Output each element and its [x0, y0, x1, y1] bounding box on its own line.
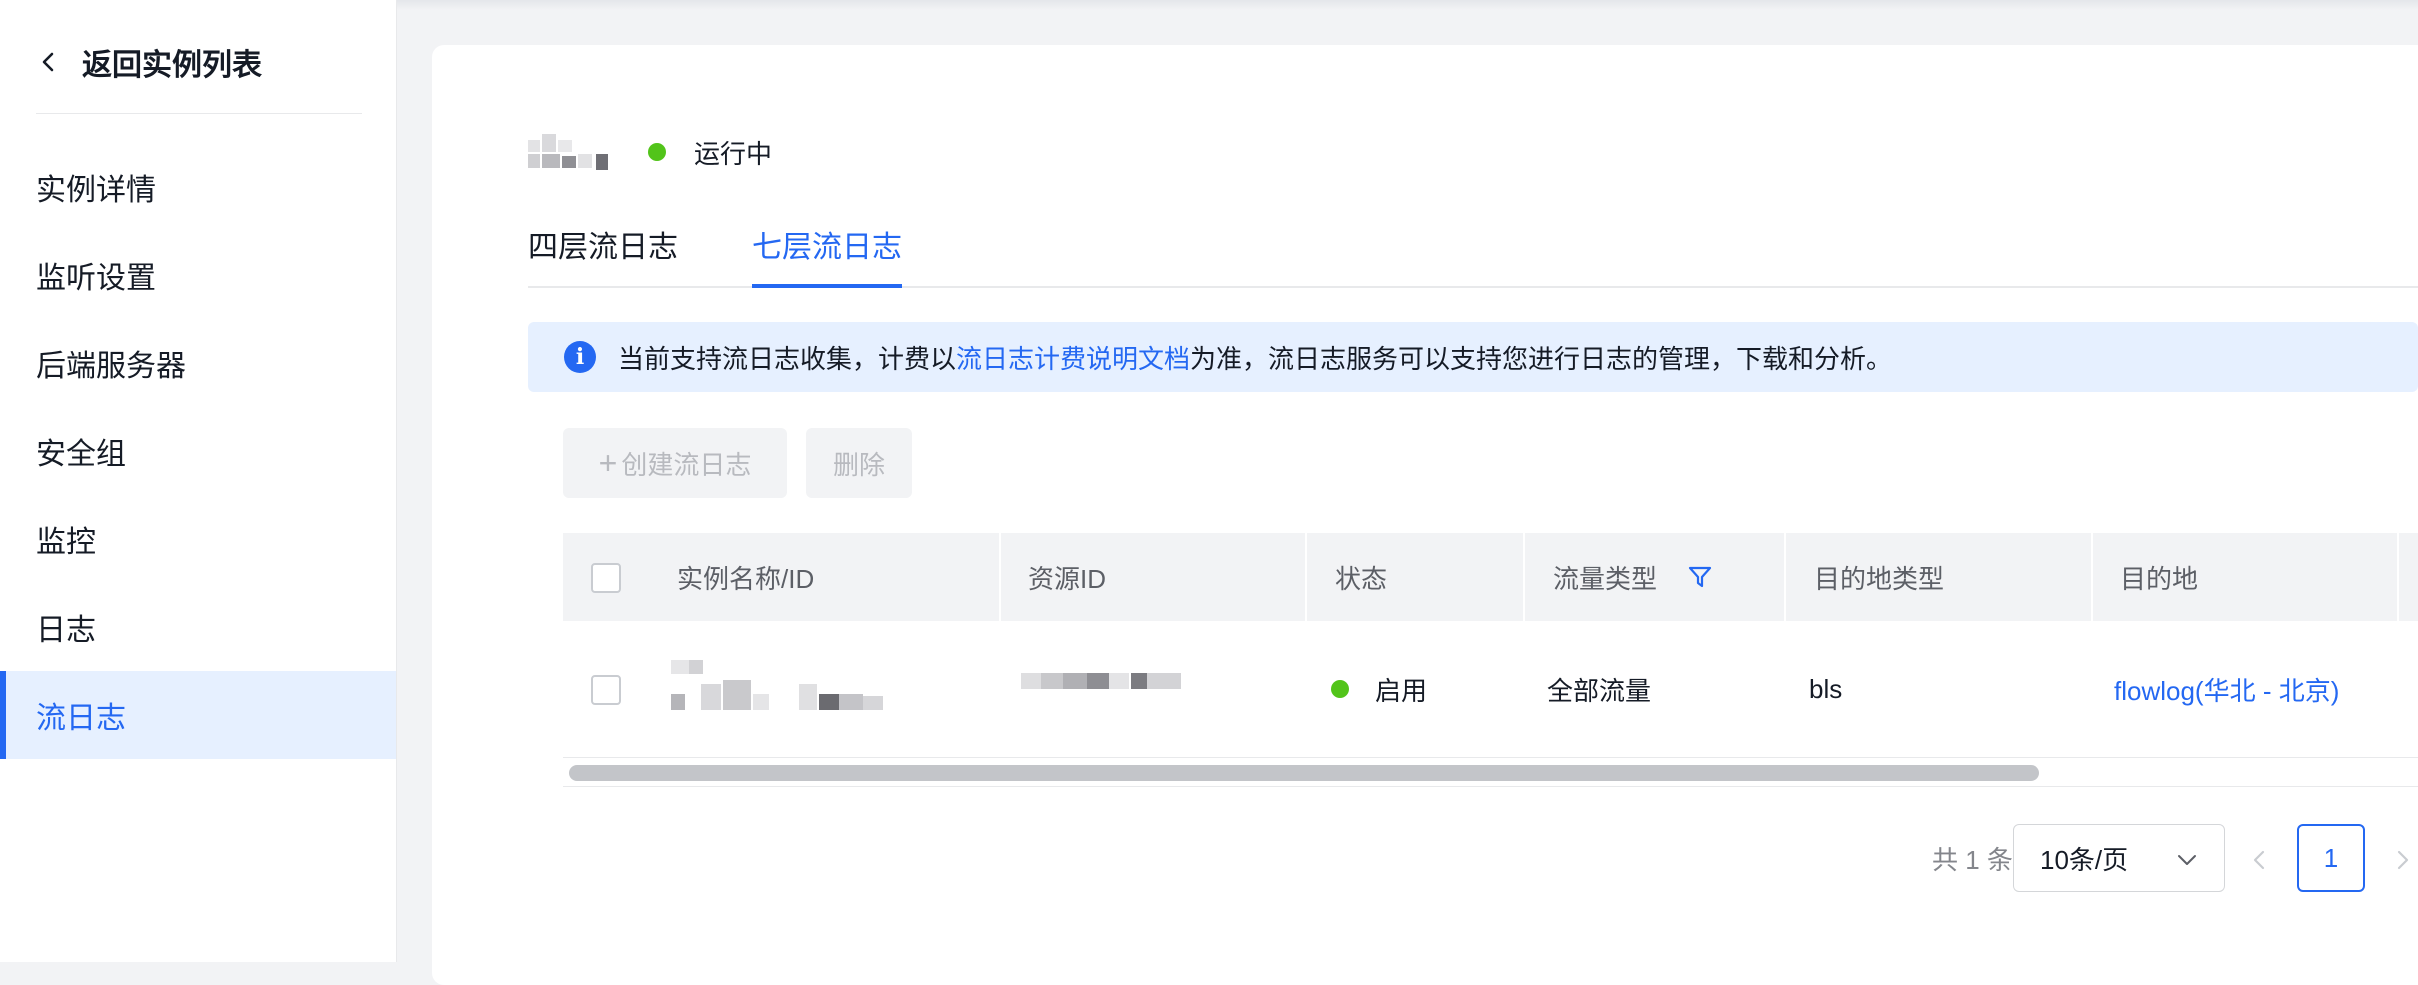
tab-layer7-flowlog[interactable]: 七层流日志 [752, 222, 902, 288]
prev-page-icon[interactable] [2248, 844, 2272, 876]
column-header-resource-id: 资源ID [1028, 563, 1107, 594]
tab-layer4-flowlog[interactable]: 四层流日志 [528, 222, 678, 280]
column-header-destination-type: 目的地类型 [1814, 563, 1945, 594]
next-page-icon[interactable] [2390, 844, 2414, 876]
plus-icon: + [598, 444, 618, 481]
table-header: 实例名称/ID 资源ID 状态 流量类型 目的地类型 目的地 [563, 533, 2418, 621]
horizontal-scrollbar[interactable] [563, 758, 2418, 787]
table-row: 启用 全部流量 bls flowlog(华北 - 北京) [563, 621, 2418, 758]
sidebar-item-listener-settings[interactable]: 监听设置 [0, 231, 396, 319]
create-flowlog-label: 创建流日志 [621, 449, 752, 480]
notice-prefix: 当前支持流日志收集，计费以 [618, 343, 957, 374]
traffic-type-cell: 全部流量 [1547, 675, 1652, 706]
enabled-status-dot [1331, 680, 1349, 698]
sidebar-item-flow-logs[interactable]: 流日志 [0, 671, 396, 759]
instance-name-redacted [528, 134, 610, 170]
page-number-button[interactable]: 1 [2297, 824, 2365, 892]
resource-id-redacted [1021, 621, 1181, 757]
sidebar-item-instance-details[interactable]: 实例详情 [0, 143, 396, 231]
notice-suffix: 为准，流日志服务可以支持您进行日志的管理，下载和分析。 [1190, 343, 1893, 374]
column-separator [999, 533, 1001, 621]
instance-header: 运行中 [528, 132, 772, 172]
info-icon: i [564, 341, 596, 373]
sidebar-item-logs[interactable]: 日志 [0, 583, 396, 671]
flowlog-tabs: 四层流日志 七层流日志 [528, 216, 2418, 288]
column-separator [1523, 533, 1525, 621]
traffic-type-header-label: 流量类型 [1553, 563, 1658, 594]
instance-status-text: 运行中 [694, 138, 773, 169]
status-text: 启用 [1375, 675, 1428, 706]
sidebar-divider [36, 113, 362, 114]
sidebar-item-security-group[interactable]: 安全组 [0, 407, 396, 495]
billing-doc-link[interactable]: 流日志计费说明文档 [956, 344, 1190, 374]
chevron-down-icon [2178, 855, 2196, 865]
column-separator [1305, 533, 1307, 621]
instance-name-redacted [671, 621, 891, 757]
select-all-checkbox[interactable] [591, 563, 621, 593]
column-header-instance: 实例名称/ID [677, 563, 815, 594]
page-size-value: 10条/页 [2040, 844, 2129, 875]
column-separator [1784, 533, 1786, 621]
info-notice: i 当前支持流日志收集，计费以流日志计费说明文档为准，流日志服务可以支持您进行日… [528, 322, 2418, 392]
page-size-select[interactable]: 10条/页 [2013, 824, 2225, 892]
column-separator [2397, 533, 2399, 621]
sidebar-item-monitoring[interactable]: 监控 [0, 495, 396, 583]
running-status-dot [648, 143, 666, 161]
flowlog-table: 实例名称/ID 资源ID 状态 流量类型 目的地类型 目的地 启用 全部流量 b… [563, 533, 2418, 758]
destination-link[interactable]: flowlog(华北 - 北京) [2114, 621, 2339, 757]
destination-type-cell: bls [1809, 673, 1843, 704]
delete-button[interactable]: 删除 [806, 428, 912, 498]
back-to-list-button[interactable]: 返回实例列表 [36, 38, 262, 86]
chevron-left-icon [42, 52, 54, 72]
sidebar-item-backend-servers[interactable]: 后端服务器 [0, 319, 396, 407]
notice-text: 当前支持流日志收集，计费以流日志计费说明文档为准，流日志服务可以支持您进行日志的… [618, 339, 1892, 376]
total-count: 共 1 条 [1932, 845, 2013, 875]
sidebar: 返回实例列表 实例详情 监听设置 后端服务器 安全组 监控 日志 流日志 [0, 0, 397, 962]
column-header-destination: 目的地 [2120, 563, 2199, 594]
column-header-status: 状态 [1335, 563, 1388, 594]
column-header-traffic-type: 流量类型 [1553, 533, 1713, 621]
create-flowlog-button[interactable]: + 创建流日志 [563, 428, 787, 498]
filter-icon[interactable] [1687, 564, 1713, 590]
back-label: 返回实例列表 [82, 49, 262, 82]
row-checkbox[interactable] [591, 675, 621, 705]
column-separator [2091, 533, 2093, 621]
scrollbar-thumb[interactable] [569, 765, 2039, 781]
sidebar-nav: 实例详情 监听设置 后端服务器 安全组 监控 日志 流日志 [0, 143, 396, 759]
status-cell: 启用 [1331, 621, 1427, 757]
